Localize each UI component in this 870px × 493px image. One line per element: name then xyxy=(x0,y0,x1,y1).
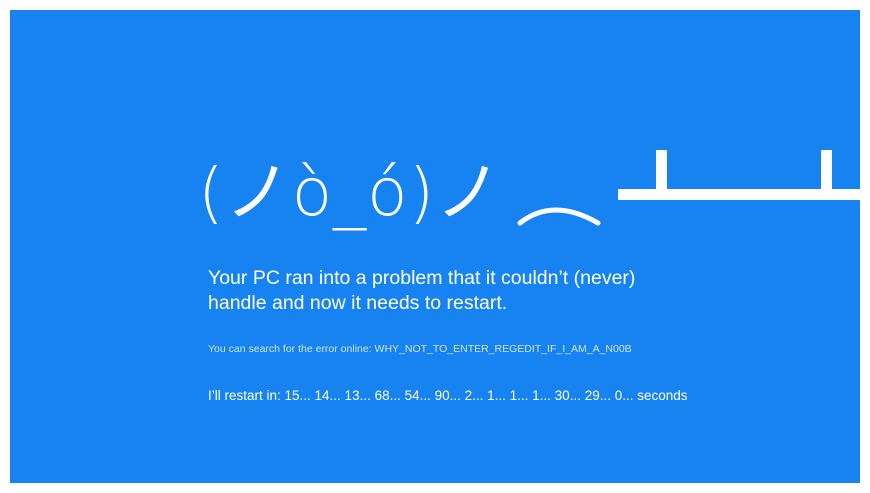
flipped-table-icon xyxy=(517,150,860,226)
main-message-line-1: Your PC ran into a problem that it could… xyxy=(208,267,636,289)
table-flip-emoticon: (ノò_ó)ノ xyxy=(198,145,860,240)
restart-countdown-text: I’ll restart in: 15... 14... 13... 68...… xyxy=(208,388,688,403)
flip-arc xyxy=(517,207,601,226)
error-code-text: You can search for the error online: WHY… xyxy=(208,343,632,355)
table-leg-right xyxy=(821,150,832,195)
main-message-line-2: handle and now it needs to restart. xyxy=(208,292,508,314)
bsod-screen: (ノò_ó)ノ Your PC ran into a problem that … xyxy=(10,10,860,483)
main-message: Your PC ran into a problem that it could… xyxy=(208,266,808,316)
table-leg-left xyxy=(656,150,667,195)
